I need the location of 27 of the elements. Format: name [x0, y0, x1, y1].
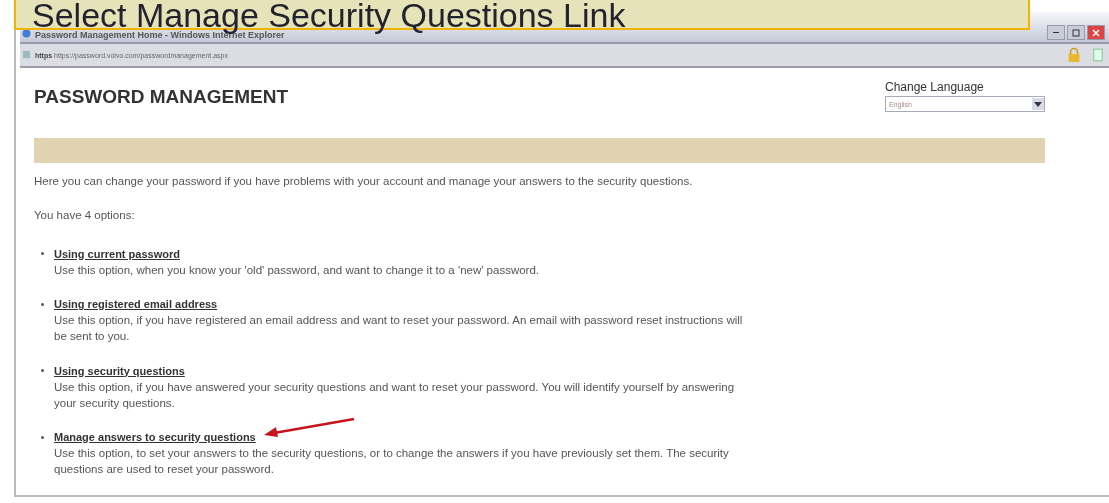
- option-description: Use this option, if you have registered an email address and want to reset your password. An email with password reset instructions will be sent to you.: [53, 313, 744, 344]
- maximize-icon: [1071, 27, 1081, 38]
- browser-icon: [22, 29, 31, 38]
- minimize-icon: [1053, 31, 1059, 34]
- option-description: Use this option, when you know your 'old' password, and want to change it to a 'new' password.: [53, 262, 541, 278]
- document-icon[interactable]: [1093, 48, 1103, 62]
- close-icon: [1091, 27, 1101, 38]
- lock-icon[interactable]: [1067, 47, 1081, 63]
- bullet-icon: [41, 435, 44, 439]
- maximize-button[interactable]: [1067, 25, 1085, 40]
- close-button[interactable]: [1087, 25, 1105, 40]
- bullet-icon: [41, 252, 44, 255]
- page-icon: [22, 49, 31, 59]
- page-heading: PASSWORD MANAGEMENT: [34, 86, 289, 109]
- language-label: Change Language: [885, 80, 985, 94]
- caret-icon: [1034, 101, 1042, 107]
- option-link[interactable]: Using current password: [54, 247, 180, 260]
- options-intro: You have 4 options:: [34, 208, 136, 223]
- intro-text: Here you can change your password if you have problems with your account and manage your answers to the security questions.: [34, 174, 694, 189]
- bullet-icon: [41, 302, 44, 306]
- bullet-icon: [41, 369, 44, 372]
- option-link[interactable]: Manage answers to security questions: [54, 431, 256, 443]
- option-link[interactable]: Using registered email address: [54, 298, 218, 310]
- option-description: Use this option, if you have answered your security questions and want to reset your password. You will identify yourself by answering your security questions.: [53, 379, 736, 411]
- minimize-button[interactable]: [1047, 25, 1065, 40]
- option-description: Use this option, to set your answers to the security questions, or to change the answers if you have previously set them. The security questions are used to reset your password.: [53, 446, 730, 477]
- option-link[interactable]: Using security questions: [54, 364, 185, 377]
